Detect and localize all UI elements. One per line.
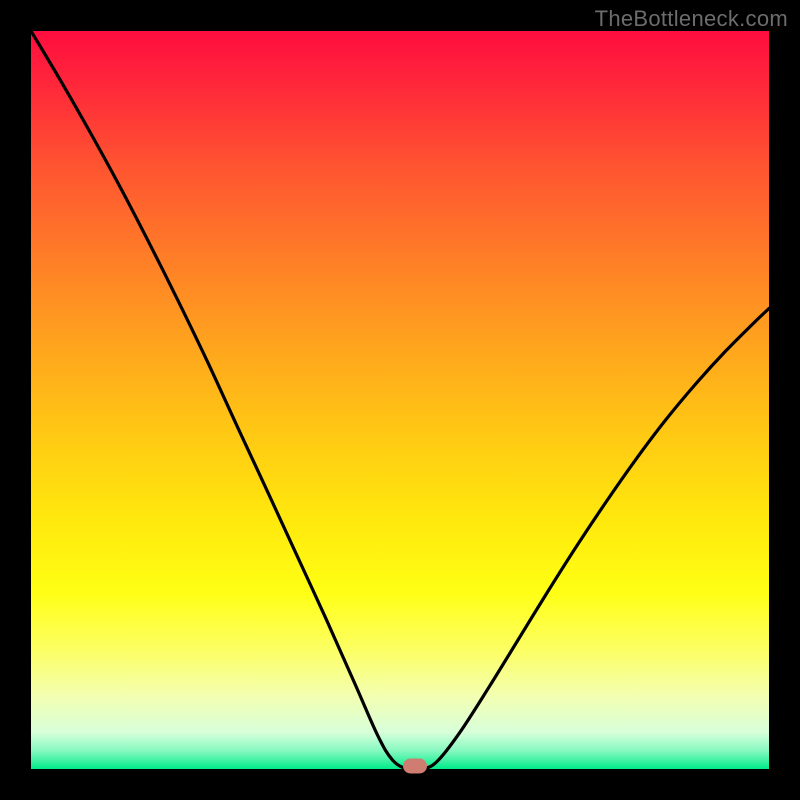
plot-area (31, 31, 769, 769)
watermark-text: TheBottleneck.com (595, 6, 788, 32)
bottleneck-curve (31, 31, 769, 769)
chart-frame: TheBottleneck.com (0, 0, 800, 800)
optimum-marker (403, 759, 427, 774)
